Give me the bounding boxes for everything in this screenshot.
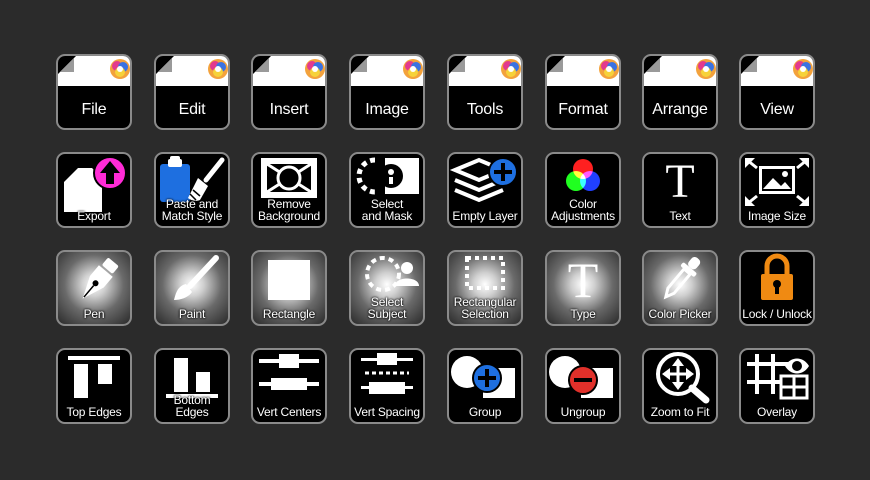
- remove-background-button[interactable]: Remove Background: [251, 152, 327, 228]
- rectangular-selection-button[interactable]: Rectangular Selection: [447, 250, 523, 326]
- tool-label: Paste and Match Style: [161, 197, 223, 223]
- tool-label: Color Picker: [648, 307, 712, 321]
- paint-button[interactable]: Paint: [154, 250, 230, 326]
- select-subject-button[interactable]: Select Subject: [349, 250, 425, 326]
- tool-label: Select and Mask: [361, 197, 413, 223]
- color-adjustments-button[interactable]: Color Adjustments: [545, 152, 621, 228]
- menu-label: Edit: [178, 101, 206, 118]
- tool-label: Vert Centers: [256, 405, 322, 419]
- tool-label: Vert Spacing: [354, 405, 420, 419]
- menu-arrange-button[interactable]: Arrange: [642, 54, 718, 130]
- color-picker-button[interactable]: Color Picker: [642, 250, 718, 326]
- tool-label: Ungroup: [560, 405, 606, 419]
- tool-label: Pen: [83, 307, 105, 321]
- menu-label: Insert: [269, 101, 309, 118]
- tool-label: Bottom Edges: [173, 393, 211, 419]
- pen-button[interactable]: Pen: [56, 250, 132, 326]
- tool-label: Rectangular Selection: [453, 295, 517, 321]
- tool-label: Color Adjustments: [551, 197, 615, 223]
- tool-label: Lock / Unlock: [742, 307, 812, 321]
- rectangle-button[interactable]: Rectangle: [251, 250, 327, 326]
- tool-label: Rectangle: [262, 307, 316, 321]
- tool-label: Select Subject: [367, 295, 407, 321]
- top-edges-button[interactable]: Top Edges: [56, 348, 132, 424]
- menu-insert-button[interactable]: Insert: [251, 54, 327, 130]
- tool-label: Zoom to Fit: [650, 405, 710, 419]
- menu-label: View: [760, 101, 794, 118]
- menu-view-button[interactable]: View: [739, 54, 815, 130]
- button-grid: File Edit Insert Image Tools Format Arra…: [0, 0, 870, 480]
- export-button[interactable]: Export: [56, 152, 132, 228]
- tool-label: Empty Layer: [452, 209, 518, 223]
- text-button[interactable]: T Text: [642, 152, 718, 228]
- tool-label: Type: [570, 307, 596, 321]
- tool-label: Overlay: [757, 405, 797, 419]
- image-size-button[interactable]: Image Size: [739, 152, 815, 228]
- bottom-edges-button[interactable]: Bottom Edges: [154, 348, 230, 424]
- tool-label: Export: [77, 209, 111, 223]
- menu-label: Arrange: [652, 101, 708, 118]
- menu-label: Image: [365, 101, 409, 118]
- menu-edit-button[interactable]: Edit: [154, 54, 230, 130]
- vert-centers-button[interactable]: Vert Centers: [251, 348, 327, 424]
- zoom-to-fit-button[interactable]: Zoom to Fit: [642, 348, 718, 424]
- menu-label: File: [81, 101, 107, 118]
- paste-match-style-button[interactable]: Paste and Match Style: [154, 152, 230, 228]
- type-button[interactable]: T Type: [545, 250, 621, 326]
- tool-label: Paint: [178, 307, 206, 321]
- menu-tools-button[interactable]: Tools: [447, 54, 523, 130]
- menu-label: Format: [558, 101, 608, 118]
- tool-label: Image Size: [747, 209, 807, 223]
- group-button[interactable]: Group: [447, 348, 523, 424]
- tool-label: Remove Background: [257, 197, 321, 223]
- tool-label: Group: [468, 405, 502, 419]
- tool-label: Top Edges: [66, 405, 122, 419]
- empty-layer-button[interactable]: Empty Layer: [447, 152, 523, 228]
- select-and-mask-button[interactable]: Select and Mask: [349, 152, 425, 228]
- menu-label: Tools: [466, 101, 504, 118]
- menu-file-button[interactable]: File: [56, 54, 132, 130]
- overlay-button[interactable]: Overlay: [739, 348, 815, 424]
- menu-image-button[interactable]: Image: [349, 54, 425, 130]
- vert-spacing-button[interactable]: Vert Spacing: [349, 348, 425, 424]
- svg-text:T: T: [568, 252, 599, 308]
- lock-unlock-button[interactable]: Lock / Unlock: [739, 250, 815, 326]
- tool-label: Text: [669, 209, 691, 223]
- svg-text:T: T: [665, 155, 694, 208]
- ungroup-button[interactable]: Ungroup: [545, 348, 621, 424]
- menu-format-button[interactable]: Format: [545, 54, 621, 130]
